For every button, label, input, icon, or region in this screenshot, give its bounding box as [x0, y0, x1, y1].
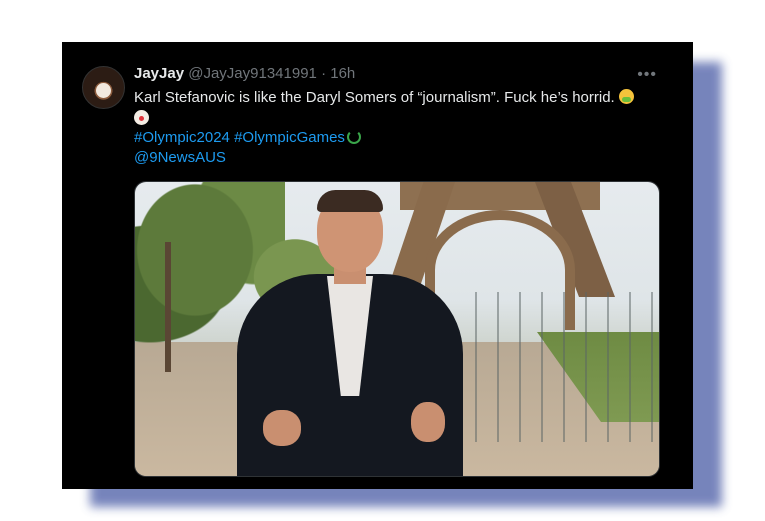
tweet-media-image[interactable] [134, 181, 660, 477]
presenter-hand-left [263, 410, 301, 446]
presenter-hand-right [411, 402, 445, 442]
hashtag-olympic2024[interactable]: #Olympic2024 [134, 129, 230, 146]
nauseated-face-icon [618, 89, 634, 104]
ellipsis-icon[interactable]: ••• [637, 66, 657, 84]
hashtag-olympicgames[interactable]: #OlympicGames [234, 129, 345, 146]
user-handle[interactable]: @JayJay91341991 [188, 65, 317, 82]
presenter-hair [317, 190, 383, 212]
mention-9newsaus[interactable]: @9NewsAUS [134, 148, 226, 168]
image-tree-trunk [165, 242, 171, 372]
tweet-body: Karl Stefanovic is like the Daryl Somers… [134, 89, 615, 106]
tweet-header: JayJay @JayJay91341991 · 16h [134, 65, 355, 82]
laurel-wreath-icon [346, 130, 361, 144]
separator-dot: · [321, 65, 327, 82]
display-name[interactable]: JayJay [134, 65, 184, 82]
image-fence [475, 292, 659, 442]
screenshot-frame: JayJay @JayJay91341991 · 16h ••• Karl St… [0, 0, 765, 521]
hashtag-line: #Olympic2024 #OlympicGames [134, 128, 361, 148]
tweet-timestamp[interactable]: 16h [330, 65, 355, 82]
presenter-figure [235, 182, 475, 476]
tweet-card[interactable]: JayJay @JayJay91341991 · 16h ••• Karl St… [62, 42, 693, 489]
avatar[interactable] [82, 66, 125, 109]
avatar-face [96, 83, 111, 98]
tweet-text: Karl Stefanovic is like the Daryl Somers… [134, 88, 674, 129]
clown-face-icon [134, 110, 149, 125]
